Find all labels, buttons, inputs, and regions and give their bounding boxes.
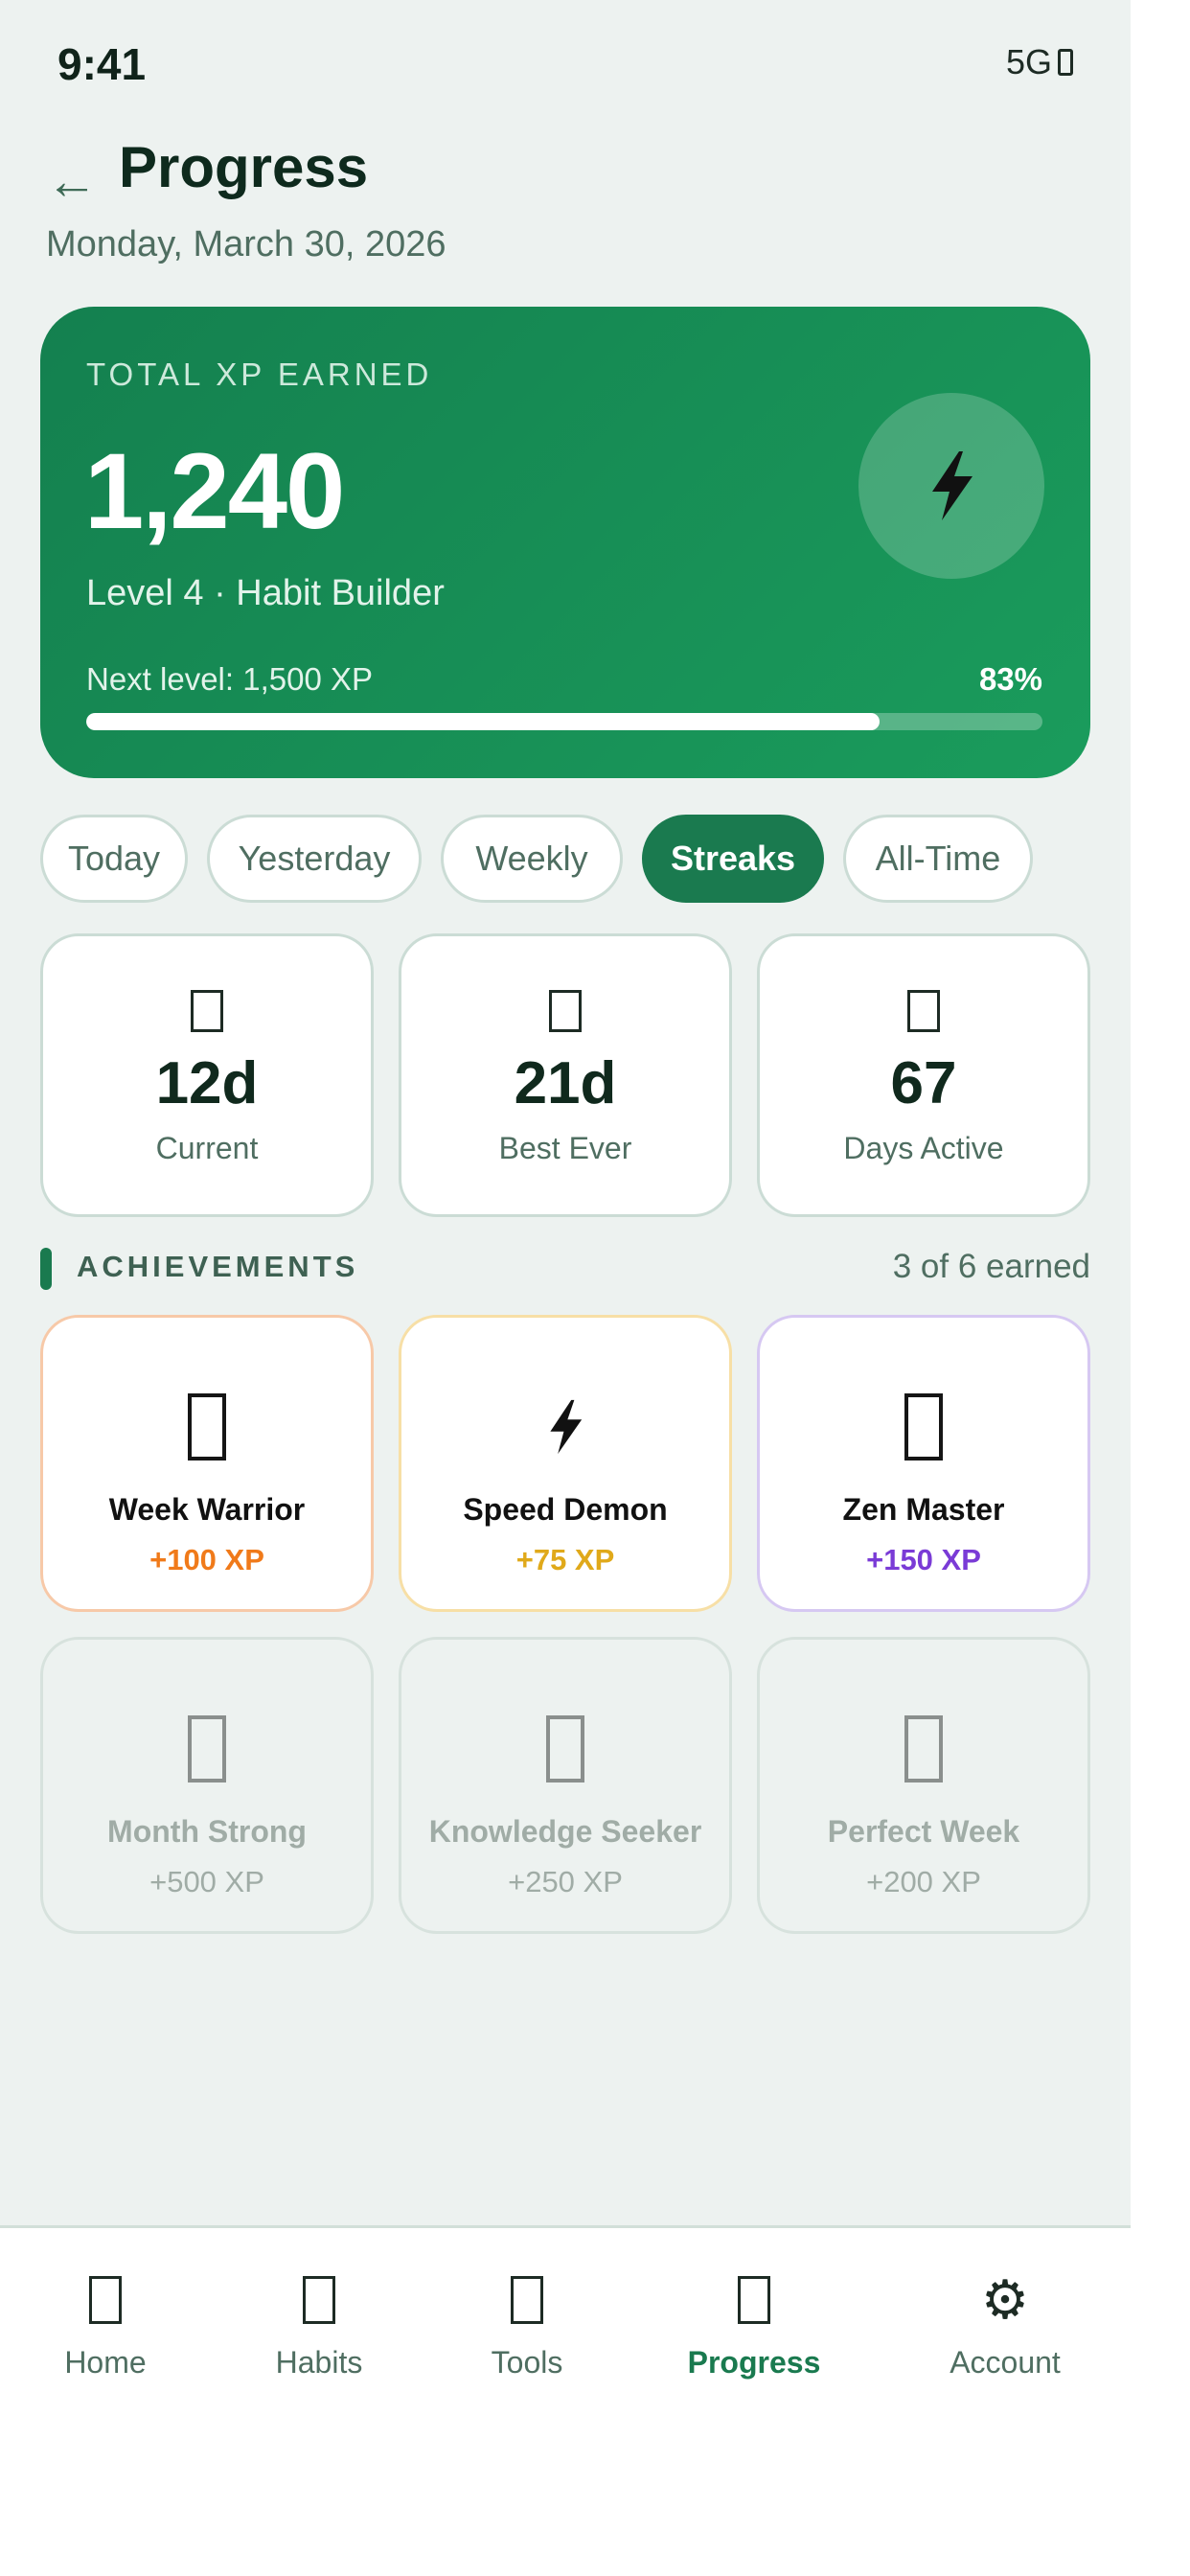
achievement-xp: +250 XP xyxy=(508,1865,623,1898)
xp-level: Level 4 · Habit Builder xyxy=(86,573,445,613)
stat-value: 21d xyxy=(514,1050,617,1116)
achievement-name: Perfect Week xyxy=(827,1814,1020,1849)
xp-label: TOTAL XP EARNED xyxy=(86,356,433,392)
battery-icon xyxy=(1058,49,1073,76)
calendar-icon xyxy=(907,990,940,1032)
achievement-name: Month Strong xyxy=(107,1814,307,1849)
progress-icon xyxy=(738,2276,770,2324)
tab-weekly[interactable]: Weekly xyxy=(441,815,623,903)
streak-stats: 12d Current 21d Best Ever 67 Days Active xyxy=(40,933,1090,1217)
status-time: 9:41 xyxy=(57,39,147,89)
nav-label: Tools xyxy=(491,2345,563,2380)
achievement-perfect-week[interactable]: Perfect Week +200 XP xyxy=(757,1637,1090,1934)
nav-label: Account xyxy=(950,2345,1061,2380)
achievement-name: Knowledge Seeker xyxy=(428,1814,702,1849)
xp-badge xyxy=(858,393,1044,579)
flame-icon xyxy=(191,990,223,1032)
stat-value: 67 xyxy=(890,1050,957,1116)
habits-icon xyxy=(303,2276,335,2324)
achievement-xp: +75 XP xyxy=(515,1543,615,1576)
tools-icon xyxy=(511,2276,543,2324)
app-screen: 9:41 5G ← Progress Monday, March 30, 202… xyxy=(0,0,1131,2576)
star-icon xyxy=(904,1715,943,1782)
lotus-icon xyxy=(904,1393,943,1460)
xp-progress-fill xyxy=(86,713,881,730)
achievement-name: Speed Demon xyxy=(463,1492,668,1527)
book-icon xyxy=(546,1715,584,1782)
achievement-name: Week Warrior xyxy=(108,1492,306,1527)
xp-progress-bar xyxy=(86,713,1042,730)
achievement-speed-demon[interactable]: Speed Demon +75 XP xyxy=(399,1315,732,1612)
achievement-week-warrior[interactable]: Week Warrior +100 XP xyxy=(40,1315,374,1612)
nav-item-tools[interactable]: Tools xyxy=(422,2276,632,2380)
achievement-xp: +200 XP xyxy=(866,1865,981,1898)
nav-item-account[interactable]: ⚙ Account xyxy=(900,2269,1110,2380)
tab-yesterday[interactable]: Yesterday xyxy=(207,815,422,903)
nav-label: Home xyxy=(64,2345,147,2380)
xp-percent: 83% xyxy=(978,661,1042,697)
page-date: Monday, March 30, 2026 xyxy=(46,224,446,264)
xp-summary-card: TOTAL XP EARNED 1,240 Level 4 · Habit Bu… xyxy=(40,307,1090,778)
tab-streaks[interactable]: Streaks xyxy=(642,815,824,903)
bottom-nav: Home Habits Tools Progress ⚙ Account xyxy=(0,2225,1131,2576)
xp-total: 1,240 xyxy=(84,431,345,551)
stat-card-best: 21d Best Ever xyxy=(399,933,732,1217)
lightning-icon xyxy=(932,451,973,520)
stat-card-current: 12d Current xyxy=(40,933,374,1217)
calendar-icon xyxy=(188,1715,226,1782)
achievement-month-strong[interactable]: Month Strong +500 XP xyxy=(40,1637,374,1934)
period-tabs: Today Yesterday Weekly Streaks All-Time xyxy=(40,815,1033,903)
achievement-xp: +500 XP xyxy=(149,1865,264,1898)
section-accent-bar xyxy=(40,1248,52,1290)
lightning-icon xyxy=(550,1399,583,1455)
achievements-title: ACHIEVEMENTS xyxy=(77,1250,359,1283)
achievements-grid: Week Warrior +100 XP Speed Demon +75 XP … xyxy=(40,1315,1090,1934)
page-title: Progress xyxy=(119,135,369,199)
achievement-xp: +100 XP xyxy=(149,1543,264,1576)
nav-item-home[interactable]: Home xyxy=(0,2276,211,2380)
network-label: 5G xyxy=(1005,42,1052,81)
back-arrow-icon[interactable]: ← xyxy=(46,151,98,211)
status-indicators: 5G xyxy=(1006,42,1073,82)
stat-label: Best Ever xyxy=(498,1131,632,1165)
achievement-name: Zen Master xyxy=(842,1492,1005,1527)
achievement-xp: +150 XP xyxy=(866,1543,981,1576)
stat-card-days-active: 67 Days Active xyxy=(757,933,1090,1217)
tab-today[interactable]: Today xyxy=(40,815,188,903)
nav-label: Habits xyxy=(275,2345,363,2380)
stat-value: 12d xyxy=(155,1050,259,1116)
stat-label: Days Active xyxy=(843,1131,1004,1165)
nav-item-progress[interactable]: Progress xyxy=(649,2276,859,2380)
nav-item-habits[interactable]: Habits xyxy=(214,2276,424,2380)
trophy-icon xyxy=(549,990,582,1032)
home-icon xyxy=(89,2276,122,2324)
tab-all-time[interactable]: All-Time xyxy=(843,815,1033,903)
shield-icon xyxy=(188,1393,226,1460)
gear-icon: ⚙ xyxy=(980,2269,1030,2330)
achievement-knowledge-seeker[interactable]: Knowledge Seeker +250 XP xyxy=(399,1637,732,1934)
stat-label: Current xyxy=(155,1131,259,1165)
xp-next-level: Next level: 1,500 XP xyxy=(86,661,373,697)
achievement-zen-master[interactable]: Zen Master +150 XP xyxy=(757,1315,1090,1612)
nav-label: Progress xyxy=(687,2345,821,2380)
achievements-count: 3 of 6 earned xyxy=(892,1248,1090,1285)
